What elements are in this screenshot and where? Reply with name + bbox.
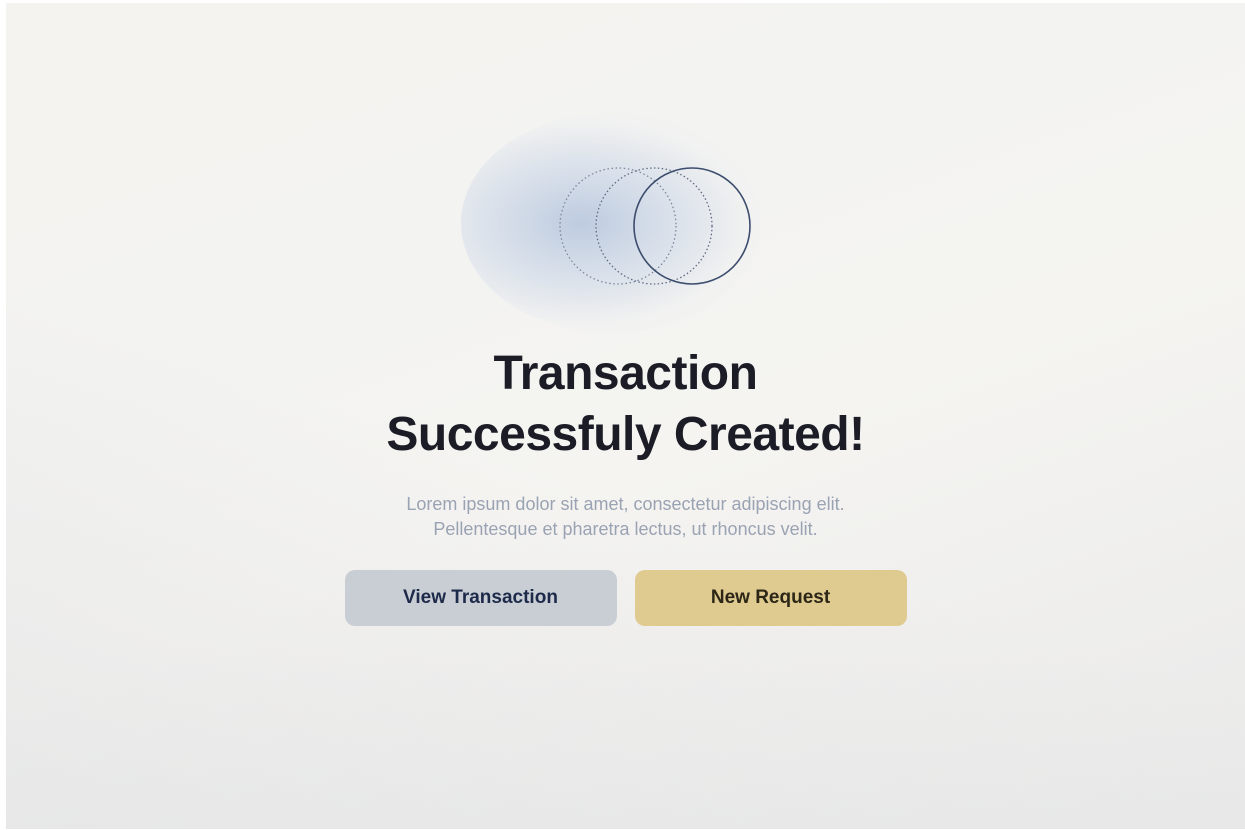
success-content: Transaction Successfuly Created! Lorem i…: [6, 343, 1245, 626]
overlapping-circles-icon: [559, 167, 751, 285]
description: Lorem ipsum dolor sit amet, consectetur …: [366, 492, 886, 542]
solid-circle-right: [633, 167, 751, 285]
title-line-1: Transaction: [493, 347, 758, 400]
title-line-2: Successfuly Created!: [386, 408, 865, 461]
success-screen: Transaction Successfuly Created! Lorem i…: [6, 3, 1245, 829]
dotted-circle-middle: [595, 167, 713, 285]
action-buttons: View Transaction New Request: [344, 570, 907, 626]
new-request-button[interactable]: New Request: [634, 570, 907, 626]
view-transaction-button[interactable]: View Transaction: [344, 570, 617, 626]
description-line-2: Pellentesque et pharetra lectus, ut rhon…: [433, 519, 818, 539]
dotted-circle-left: [559, 167, 677, 285]
page-title: Transaction Successfuly Created!: [6, 343, 1245, 465]
description-line-1: Lorem ipsum dolor sit amet, consectetur …: [406, 494, 845, 514]
